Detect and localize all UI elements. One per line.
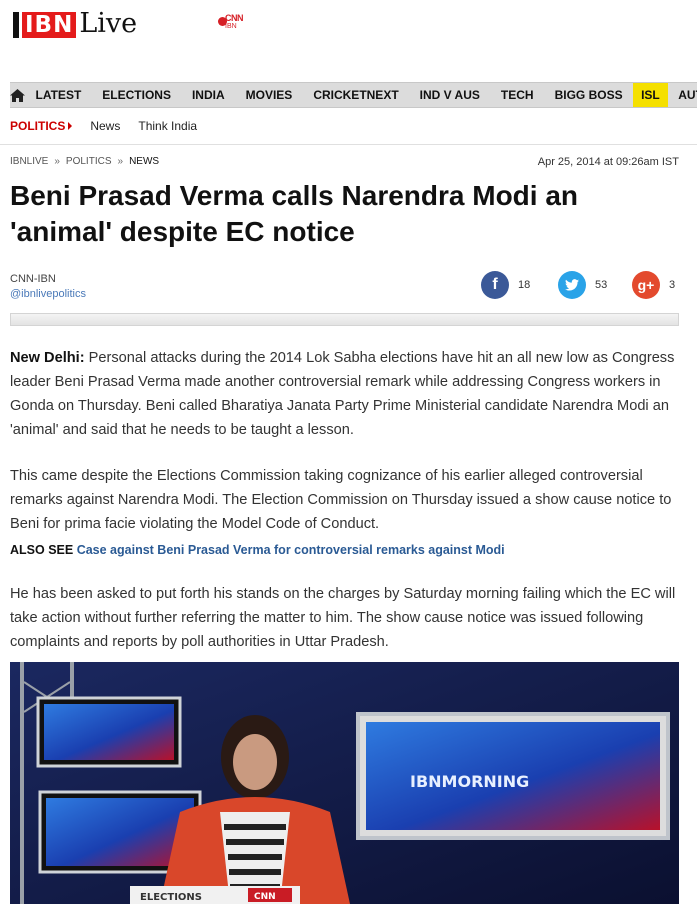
section-subnav: POLITICS News Think India: [10, 116, 215, 136]
nav-item-tech[interactable]: TECH: [490, 83, 544, 107]
nav-item-latest[interactable]: LATEST: [25, 83, 92, 107]
dateline: New Delhi:: [10, 350, 85, 366]
video-ticker-badge: CNN: [254, 892, 276, 902]
article-video-player[interactable]: IBNMORNING ELECTIONS CNN: [10, 662, 679, 904]
site-header: IBN Live CNN IBN: [0, 0, 697, 78]
home-icon[interactable]: [10, 83, 25, 107]
facebook-share[interactable]: f 18: [481, 271, 530, 299]
caret-right-icon: [68, 122, 73, 130]
main-nav: LATEST ELECTIONS INDIA MOVIES CRICKETNEX…: [10, 82, 697, 108]
also-see-link[interactable]: Case against Beni Prasad Verma for contr…: [77, 543, 505, 557]
subnav-link-think-india[interactable]: Think India: [138, 119, 197, 133]
subnav-section-politics[interactable]: POLITICS: [10, 119, 73, 133]
breadcrumb: IBNLIVE » POLITICS » NEWS: [10, 156, 159, 167]
facebook-share-count: 18: [518, 279, 531, 291]
article-paragraph-1: New Delhi: Personal attacks during the 2…: [10, 350, 675, 438]
video-ticker: ELECTIONS: [140, 892, 202, 903]
twitter-share[interactable]: 53: [558, 271, 607, 299]
subnav-link-news[interactable]: News: [90, 119, 120, 133]
facebook-icon[interactable]: f: [481, 271, 509, 299]
video-screen-title: IBNMORNING: [410, 772, 529, 791]
share-toolbar-bar: [10, 313, 679, 326]
google-plus-icon[interactable]: g+: [632, 271, 660, 299]
nav-item-movies[interactable]: MOVIES: [235, 83, 303, 107]
nav-item-isl[interactable]: ISL: [633, 83, 668, 107]
google-plus-share[interactable]: g+ 3: [632, 271, 675, 299]
also-see: ALSO SEE Case against Beni Prasad Verma …: [10, 543, 505, 557]
cnn-ibn-badge[interactable]: CNN IBN: [218, 13, 246, 33]
twitter-icon[interactable]: [558, 271, 586, 299]
google-plus-share-count: 3: [669, 279, 676, 291]
ibnlive-logo[interactable]: IBN Live: [13, 8, 137, 38]
divider: [0, 144, 697, 145]
breadcrumb-separator: »: [117, 156, 124, 167]
article-headline: Beni Prasad Verma calls Narendra Modi an…: [10, 180, 579, 247]
nav-item-india[interactable]: INDIA: [181, 83, 235, 107]
logo-ibn-mark: IBN: [13, 12, 77, 38]
breadcrumb-ibnlive[interactable]: IBNLIVE: [10, 156, 48, 167]
twitter-share-count: 53: [595, 279, 608, 291]
also-see-label: ALSO SEE: [10, 543, 74, 557]
nav-item-cricketnext[interactable]: CRICKETNEXT: [303, 83, 409, 107]
article-paragraph-3: He has been asked to put forth his stand…: [10, 586, 676, 650]
nav-item-ind-v-aus[interactable]: IND V AUS: [409, 83, 490, 107]
article-source: CNN-IBN @ibnlivepolitics: [10, 272, 86, 302]
nav-item-bigg-boss[interactable]: BIGG BOSS: [544, 83, 633, 107]
nav-item-elections[interactable]: ELECTIONS: [92, 83, 182, 107]
breadcrumb-politics[interactable]: POLITICS: [66, 156, 112, 167]
article-paragraph-2: This came despite the Elections Commissi…: [10, 468, 672, 532]
article-date: Apr 25, 2014 at 09:26am IST: [537, 156, 679, 168]
video-frame: IBNMORNING ELECTIONS CNN: [10, 662, 679, 904]
breadcrumb-news[interactable]: NEWS: [129, 156, 159, 167]
nav-item-auto[interactable]: AUTO: [668, 83, 697, 107]
breadcrumb-separator: »: [54, 156, 60, 167]
twitter-handle-link[interactable]: @ibnlivepolitics: [10, 287, 86, 302]
source-name: CNN-IBN: [10, 273, 56, 285]
logo-live-text: Live: [79, 8, 138, 39]
